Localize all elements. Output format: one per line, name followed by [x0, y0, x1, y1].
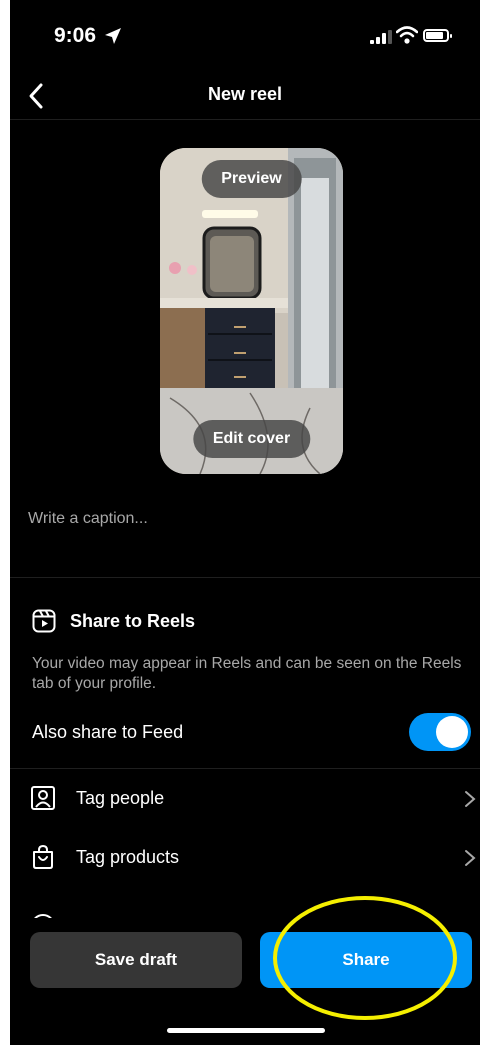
cellular-signal-icon [370, 30, 392, 44]
wifi-icon [396, 26, 418, 44]
preview-button[interactable]: Preview [201, 160, 302, 198]
tag-people-row[interactable]: Tag people [10, 771, 480, 827]
chevron-right-icon [465, 791, 476, 807]
phone-screen: 9:06 New reel Preview Edit cover Write a… [10, 0, 480, 1045]
tag-person-icon [31, 786, 55, 810]
divider [10, 768, 480, 769]
tag-products-label: Tag products [76, 847, 180, 867]
reel-cover-thumbnail[interactable]: Preview Edit cover [160, 148, 343, 474]
tag-people-label: Tag people [76, 788, 165, 808]
bottom-action-bar: Save draft Share [10, 918, 480, 1045]
divider [10, 577, 480, 578]
top-bar: New reel [10, 75, 480, 120]
also-share-to-feed-label: Also share to Feed [32, 722, 184, 742]
status-bar: 9:06 [10, 0, 480, 75]
tag-products-row[interactable]: Tag products [10, 830, 480, 886]
edit-cover-button[interactable]: Edit cover [192, 420, 311, 458]
share-button[interactable]: Share [260, 932, 472, 988]
status-time: 9:06 [54, 24, 97, 47]
reels-icon [32, 609, 56, 633]
home-indicator [167, 1028, 325, 1033]
battery-icon [423, 29, 452, 42]
location-arrow-icon [105, 28, 121, 44]
share-to-reels-title: Share to Reels [70, 610, 196, 631]
share-to-reels-description: Your video may appear in Reels and can b… [32, 655, 462, 692]
also-share-to-feed-toggle[interactable] [409, 713, 471, 751]
share-to-reels-header: Share to Reels [32, 609, 195, 633]
caption-input[interactable]: Write a caption... [28, 510, 148, 528]
page-title: New reel [207, 84, 283, 104]
chevron-right-icon [465, 850, 476, 866]
toggle-knob [436, 716, 468, 748]
save-draft-button[interactable]: Save draft [30, 932, 242, 988]
shopping-bag-icon [33, 844, 53, 869]
